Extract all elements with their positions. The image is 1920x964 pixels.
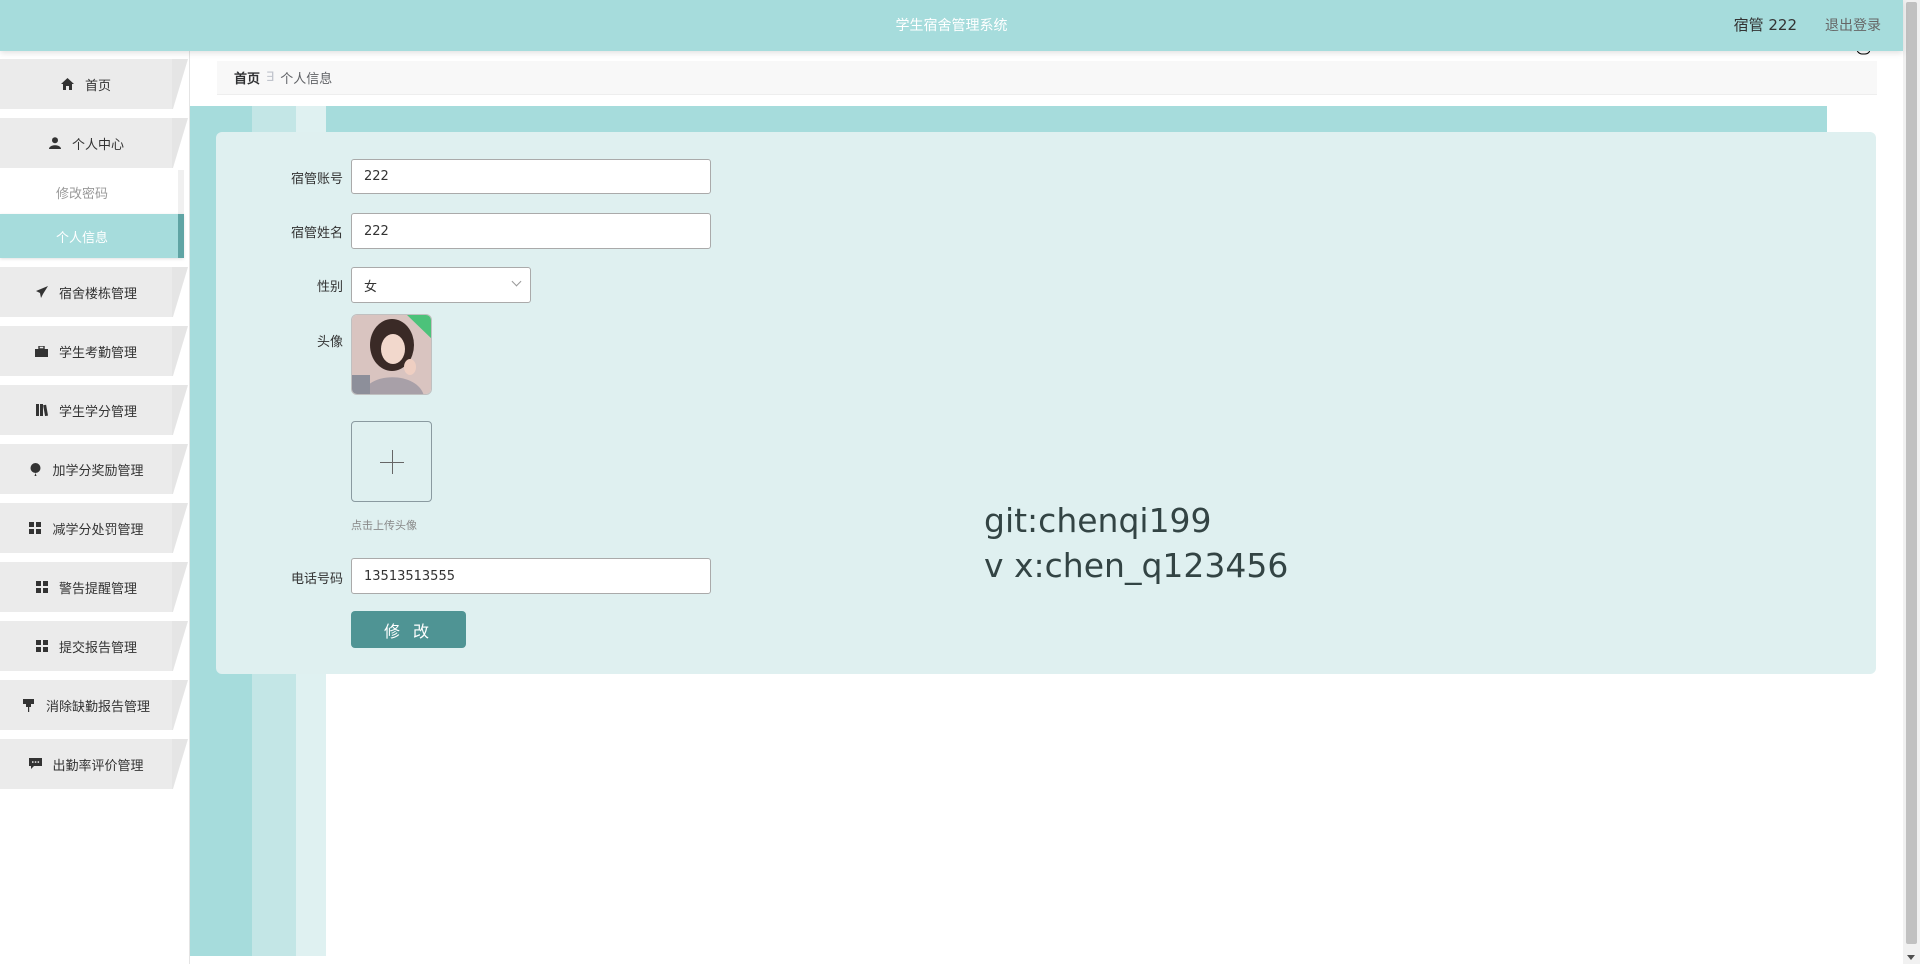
sidebar-item-report[interactable]: 提交报告管理 xyxy=(0,621,188,671)
book-icon xyxy=(35,403,49,417)
sidebar-item-attendance[interactable]: 学生考勤管理 xyxy=(0,326,188,376)
sidebar-subitem-personal-info[interactable]: 个人信息 xyxy=(0,214,184,258)
phone-label: 电话号码 xyxy=(290,572,343,587)
page-scrollbar[interactable] xyxy=(1903,0,1920,964)
sidebar-item-reward[interactable]: 加学分奖励管理 xyxy=(0,444,188,494)
watermark-line: v x:chen_q123456 xyxy=(984,546,1289,585)
breadcrumb-separator: ∃ xyxy=(266,70,275,85)
pushpin-icon xyxy=(22,698,36,712)
avatar-label: 头像 xyxy=(316,335,343,350)
logout-link[interactable]: 退出登录 xyxy=(1825,15,1881,35)
sidebar-item-absence-clear[interactable]: 消除缺勤报告管理 xyxy=(0,680,188,730)
scrollbar-thumb[interactable] xyxy=(1906,2,1917,944)
account-field[interactable]: 222 xyxy=(351,159,711,194)
submit-button[interactable]: 修 改 xyxy=(351,611,466,648)
current-user: 宿管 222 xyxy=(1733,16,1797,34)
sidebar-item-penalty[interactable]: 减学分处罚管理 xyxy=(0,503,188,553)
sidebar: 首页 个人中心 修改密码 个人信息 宿舍楼栋管理 学生考勤管理 学生学分管理 加… xyxy=(0,51,190,964)
upload-hint: 点击上传头像 xyxy=(351,519,417,532)
top-bar: 学生宿舍管理系统 宿管 222 退出登录 xyxy=(0,0,1903,51)
sidebar-item-label: 学生考勤管理 xyxy=(58,345,137,361)
grid-icon xyxy=(35,580,49,594)
sidebar-subitem-change-password[interactable]: 修改密码 xyxy=(0,170,184,214)
sidebar-item-label: 减学分处罚管理 xyxy=(52,522,144,538)
sidebar-item-label: 首页 xyxy=(84,78,111,94)
sidebar-item-label: 加学分奖励管理 xyxy=(52,463,144,479)
app-title: 学生宿舍管理系统 xyxy=(895,18,1008,34)
user-icon xyxy=(48,136,62,150)
watermark: git:chenqi199 v x:chen_q123456 xyxy=(984,498,1288,588)
gender-select[interactable]: 女 xyxy=(351,267,531,303)
breadcrumb-home[interactable]: 首页 xyxy=(234,68,260,87)
background-decoration xyxy=(326,672,1903,964)
sidebar-item-personal-center[interactable]: 个人中心 xyxy=(0,118,188,168)
breadcrumb-current: 个人信息 xyxy=(280,72,333,87)
grid-icon xyxy=(28,521,42,535)
home-icon xyxy=(61,77,75,91)
background-decoration xyxy=(1827,96,1903,136)
sidebar-item-label: 提交报告管理 xyxy=(58,640,137,656)
phone-field[interactable]: 13513513555 xyxy=(351,558,711,594)
briefcase-icon xyxy=(35,344,49,358)
sidebar-item-label: 学生学分管理 xyxy=(58,404,137,420)
paper-plane-icon xyxy=(35,285,49,299)
sidebar-item-warning[interactable]: 警告提醒管理 xyxy=(0,562,188,612)
scroll-down-arrow-icon[interactable] xyxy=(1907,955,1915,960)
account-label: 宿管账号 xyxy=(290,172,343,187)
sidebar-item-credits[interactable]: 学生学分管理 xyxy=(0,385,188,435)
chat-icon xyxy=(28,757,42,771)
gender-label: 性别 xyxy=(316,280,343,295)
balloon-icon xyxy=(28,462,42,476)
avatar-upload-button[interactable] xyxy=(351,421,432,502)
plus-icon xyxy=(392,450,393,474)
sidebar-item-label: 消除缺勤报告管理 xyxy=(45,699,150,715)
sidebar-item-building[interactable]: 宿舍楼栋管理 xyxy=(0,267,188,317)
avatar xyxy=(351,314,432,395)
chevron-down-icon xyxy=(511,276,522,287)
watermark-line: git:chenqi199 xyxy=(984,501,1212,540)
grid-icon xyxy=(35,639,49,653)
sidebar-item-label: 警告提醒管理 xyxy=(58,581,137,597)
breadcrumb: 首页 ∃ 个人信息 xyxy=(217,61,1877,95)
sidebar-item-label: 个人中心 xyxy=(71,137,124,153)
sidebar-item-label: 宿舍楼栋管理 xyxy=(58,286,137,302)
sidebar-item-label: 出勤率评价管理 xyxy=(52,758,144,774)
sidebar-item-home[interactable]: 首页 xyxy=(0,59,188,109)
sidebar-item-attendance-rating[interactable]: 出勤率评价管理 xyxy=(0,739,188,789)
name-label: 宿管姓名 xyxy=(290,226,343,241)
name-field[interactable]: 222 xyxy=(351,213,711,249)
gender-select-value: 女 xyxy=(364,279,378,295)
